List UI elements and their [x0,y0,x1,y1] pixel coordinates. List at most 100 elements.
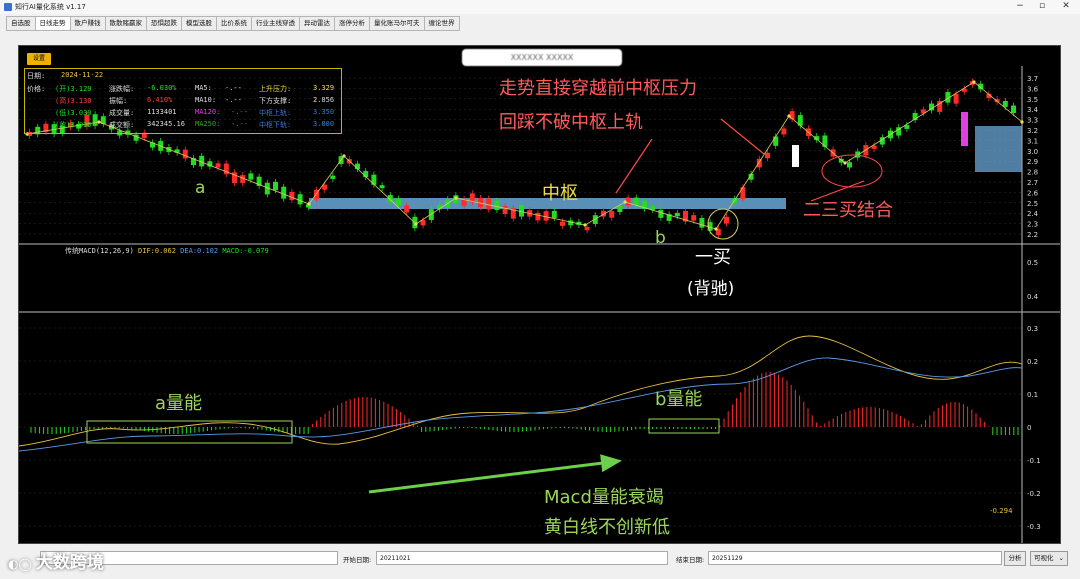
candle [633,197,639,205]
label-macd-1: Macd量能衰竭 [544,487,664,508]
watermark-text: 大数跨境 [35,553,104,573]
amp-label: 振幅: [109,97,128,105]
candle [543,211,549,221]
watermark-logo-icon: ◐◯ [8,557,32,571]
chg-value: -6.030% [147,84,177,92]
macd-dea: DEA:0.102 [180,247,219,255]
macd-name: 传统MACD(12,26,9) [65,247,134,255]
label-b-volume: b量能 [655,389,703,410]
tab-winner[interactable]: 散散赌赢家 [104,16,147,31]
date-label: 日期: [27,72,46,80]
candle [568,220,574,226]
stroke-vertex [787,114,791,118]
settings-button[interactable]: 设置 [27,53,51,65]
end-date-input[interactable]: 20251129 [708,551,1002,565]
label-macd-2: 黄白线不创新低 [544,517,670,538]
label-beichi: (背驰) [687,279,735,299]
price-axis-label: 3.5 [1027,96,1038,104]
price-axis-label: 3.4 [1027,106,1039,114]
candle [740,187,746,199]
start-date-input[interactable]: 20211021 [376,551,668,565]
tab-chan[interactable]: 缠论世界 [423,16,460,31]
candle [847,162,852,168]
candle [658,209,664,218]
candle [699,218,705,228]
ma250-label: MA250: [195,120,221,128]
candle [404,205,410,213]
candle [1011,105,1016,114]
candle [724,216,729,224]
macd-axis-label: 0.2 [1027,358,1038,366]
tab-model[interactable]: 模型选股 [181,16,217,31]
macd-dif: DIF:0.062 [138,247,176,255]
price-axis-label: 3.7 [1027,75,1038,83]
mode-select[interactable]: 可视化 ⌄ [1030,551,1068,566]
minimize-icon[interactable]: − [1008,0,1032,14]
candle [273,181,278,191]
candle [535,212,541,221]
price-axis-label: 2.2 [1027,231,1038,239]
tab-daily-trend[interactable]: 日线走势 [34,16,71,31]
start-date-label: 开始日期: [343,556,372,564]
stroke-vertex [714,227,718,231]
close-icon[interactable]: ✕ [1054,0,1078,14]
zs-lower-value: 3.800 [313,120,335,128]
ma5-label: MA5: [195,84,212,92]
candle [1002,100,1008,107]
stroke-vertex [1020,120,1024,124]
candle [609,211,615,218]
price-axis-label: 2.6 [1027,189,1039,197]
tab-industry[interactable]: 行业主线穿透 [251,16,300,31]
candle-highlight [792,145,799,167]
macd-axis-label: 0.1 [1027,391,1038,399]
upper-pressure-value: 3.329 [313,84,335,92]
tab-watchlist[interactable]: 自选股 [6,16,36,31]
zs-upper-label: 中枢上轨: [259,109,292,117]
price-label: 价格: [27,85,46,93]
macd-current: -0.294 [990,507,1013,515]
stroke-vertex [454,196,458,200]
candle [765,152,770,159]
b-volume-box [648,418,720,434]
maximize-icon[interactable]: ▫ [1030,0,1054,14]
price-axis-label: 3.2 [1027,127,1038,135]
candle [674,212,680,217]
ma250-value: -.-- [231,120,248,128]
candle [371,174,377,185]
mid-axis-label: 0.4 [1027,293,1039,301]
low-value: (低)3.030 [55,109,92,117]
candle [560,221,565,226]
candle [953,93,959,104]
annotation-title-1: 走势直接穿越前中枢压力 [499,78,697,99]
tab-fear[interactable]: 恐惧超跌 [146,16,182,31]
tab-limitup[interactable]: 涨停分析 [334,16,370,31]
amt-value: 342345.16 [147,120,185,128]
price-axis-label: 2.9 [1027,158,1038,166]
macd-axis-label: 0.3 [1027,325,1038,333]
stroke-vertex [623,200,627,204]
high-value: (高)3.130 [55,97,92,105]
ma120-value: -.-- [231,108,248,116]
info-box: 日期: 2024-11-22 价格: (开)3.120 (高)3.130 (低)… [24,68,342,134]
analyze-button[interactable]: 分析 [1004,551,1026,566]
lower-support-label: 下方支撑: [259,97,292,105]
stroke-vertex [342,154,346,158]
window-title: 知行AI量化系统 v1.17 [15,3,86,11]
tab-compare[interactable]: 比价系统 [216,16,252,31]
label-a-volume: a量能 [155,393,203,414]
tab-markov[interactable]: 量化账马尔可夫 [369,16,425,31]
label-buy23: 二三买结合 [803,200,893,221]
open-value: (开)3.120 [55,85,92,93]
label-zhongshu: 中枢 [542,183,578,204]
ma120-label: MA120: [195,108,221,116]
stroke-vertex [414,222,418,226]
tab-radar[interactable]: 异动雷达 [299,16,335,31]
stock-name-box: XXXXXX XXXXX [462,49,622,66]
tab-retail[interactable]: 散户赚钱 [69,16,106,31]
price-axis-label: 3.1 [1027,137,1038,145]
buy23-circle [821,154,883,188]
candle [502,206,508,215]
mode-select-value: 可视化 [1034,554,1054,562]
upper-pressure-label: 上升压力: [259,85,292,93]
macd-axis-label: -0.2 [1027,490,1041,498]
